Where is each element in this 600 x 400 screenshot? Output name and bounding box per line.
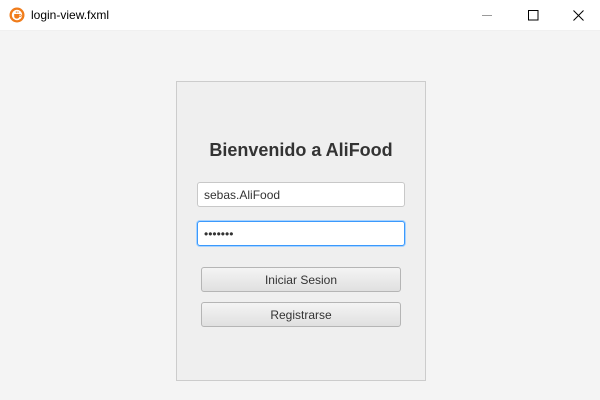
username-input[interactable]: [197, 182, 405, 207]
close-icon: [572, 9, 584, 21]
minimize-icon: [481, 10, 493, 21]
maximize-icon: [527, 9, 539, 21]
app-window: login-view.fxml Bienvenido a AliFood Ini…: [0, 0, 600, 400]
minimize-button[interactable]: [464, 0, 510, 30]
register-button[interactable]: Registrarse: [201, 302, 401, 327]
window-title: login-view.fxml: [31, 8, 110, 22]
password-input[interactable]: [197, 221, 405, 246]
page-title: Bienvenido a AliFood: [209, 140, 393, 160]
title-bar[interactable]: login-view.fxml: [0, 0, 600, 31]
login-button[interactable]: Iniciar Sesion: [201, 267, 401, 292]
login-panel: Bienvenido a AliFood Iniciar Sesion Regi…: [176, 81, 426, 381]
java-cup-icon: [9, 7, 25, 23]
maximize-button[interactable]: [510, 0, 556, 30]
close-button[interactable]: [555, 0, 600, 30]
